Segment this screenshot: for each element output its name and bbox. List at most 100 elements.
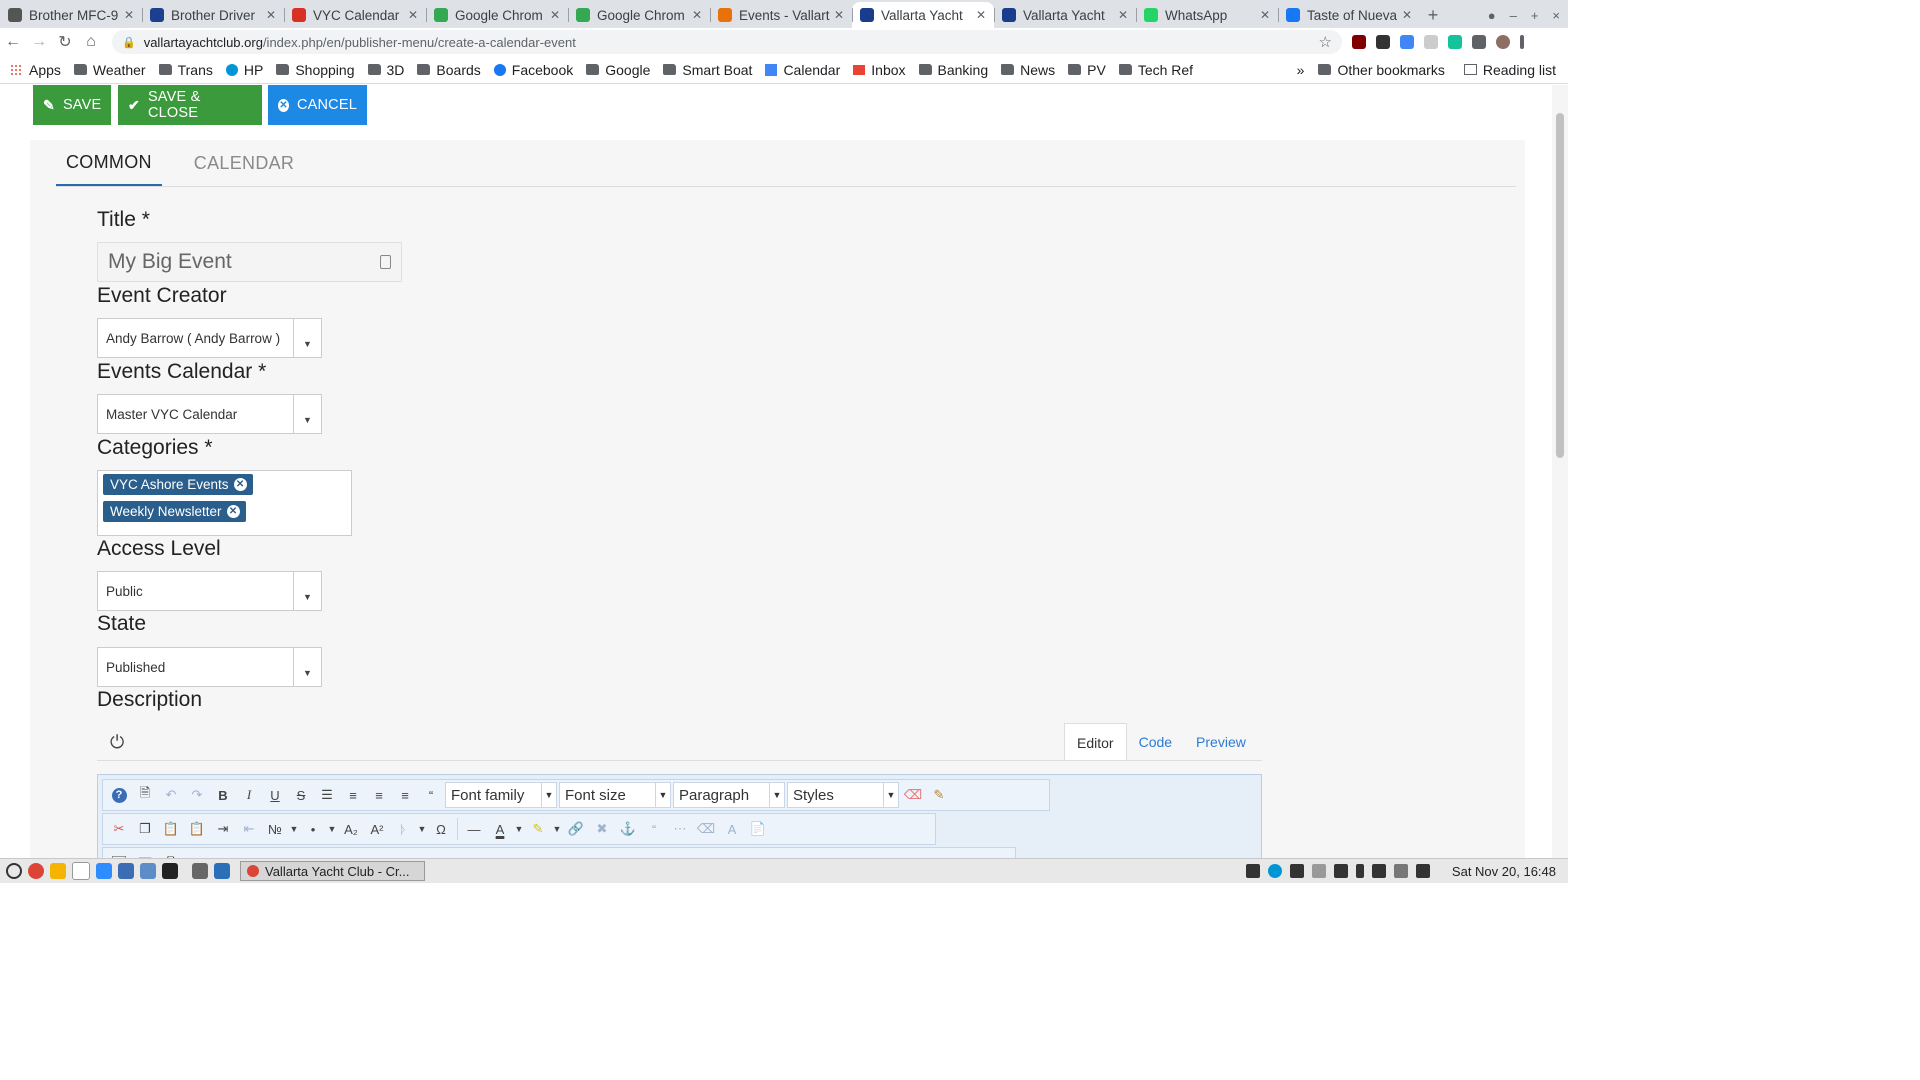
wifi-signal-icon[interactable] — [1393, 864, 1408, 878]
template-icon[interactable]: 📄 — [745, 816, 771, 842]
tab-calendar[interactable]: CALENDAR — [184, 140, 304, 186]
browser-tab[interactable]: Google Chrom ✕ — [568, 2, 710, 28]
horizontal-rule-icon[interactable]: — — [461, 816, 487, 842]
bookmark-item[interactable]: Trans — [158, 62, 213, 78]
font-size-select[interactable]: Font size ▼ — [559, 782, 671, 808]
menu-kebab-icon[interactable] — [1520, 35, 1524, 49]
text-direction-icon[interactable]: ᚦ — [390, 816, 416, 842]
numbered-list-icon[interactable]: № — [262, 816, 288, 842]
superscript-icon[interactable]: A² — [364, 816, 390, 842]
keyboard-tray-icon[interactable] — [1289, 864, 1304, 878]
align-right-icon[interactable]: ≡ — [392, 782, 418, 808]
chevron-down-icon[interactable]: ▼ — [416, 816, 428, 842]
profile-avatar[interactable] — [1496, 35, 1510, 49]
redo-icon[interactable]: ↷ — [184, 782, 210, 808]
special-character-icon[interactable]: Ω — [428, 816, 454, 842]
password-icon[interactable] — [1376, 35, 1390, 49]
zoom-icon[interactable] — [96, 863, 112, 879]
other-bookmarks[interactable]: Other bookmarks — [1318, 62, 1445, 78]
lock-icon[interactable]: 🔒 — [122, 36, 136, 49]
chrome-icon[interactable] — [28, 863, 44, 879]
align-left-icon[interactable]: ≡ — [366, 782, 392, 808]
bookmark-item[interactable]: Shopping — [276, 62, 355, 78]
vertical-scrollbar[interactable] — [1552, 85, 1568, 858]
underline-icon[interactable]: U — [262, 782, 288, 808]
browser-tab[interactable]: VYC Calendar ✕ — [284, 2, 426, 28]
new-document-icon[interactable]: 🗎 — [132, 782, 158, 808]
remove-circle-icon[interactable]: ✕ — [226, 505, 240, 518]
back-icon[interactable]: ← — [0, 33, 26, 51]
chevron-down-icon[interactable]: ▼ — [288, 816, 300, 842]
clock[interactable]: Sat Nov 20, 16:48 — [1452, 864, 1556, 879]
chevron-down-icon[interactable]: ▼ — [326, 816, 338, 842]
bookmark-item[interactable]: Google — [586, 62, 650, 78]
save-button[interactable]: ✎ SAVE — [33, 85, 111, 125]
keyboard-icon[interactable] — [380, 255, 391, 269]
network-share-icon[interactable] — [1245, 864, 1260, 878]
bookmark-item[interactable]: News — [1001, 62, 1055, 78]
display-tray-icon[interactable] — [1333, 864, 1348, 878]
blockquote-icon[interactable]: “ — [418, 782, 444, 808]
text-color-icon[interactable]: A — [487, 816, 513, 842]
chevron-down-icon[interactable]: ▼ — [293, 648, 321, 686]
chevron-down-icon[interactable]: ▼ — [551, 816, 563, 842]
bookmark-item[interactable]: PV — [1068, 62, 1106, 78]
new-tab-button[interactable]: + — [1420, 2, 1446, 28]
grammarly-icon[interactable] — [1448, 35, 1462, 49]
bookmark-item[interactable]: Facebook — [493, 62, 573, 78]
battery-icon[interactable] — [1355, 864, 1364, 878]
copy-icon[interactable]: ❐ — [132, 816, 158, 842]
browser-tab[interactable]: Brother MFC-9 ✕ — [0, 2, 142, 28]
maximize-icon[interactable]: + — [1531, 8, 1539, 23]
browser-tab[interactable]: WhatsApp ✕ — [1136, 2, 1278, 28]
close-icon[interactable]: ✕ — [408, 8, 418, 22]
close-icon[interactable]: ✕ — [1402, 8, 1412, 22]
bookmarks-overflow-button[interactable]: » — [1297, 62, 1305, 78]
cancel-button[interactable]: ✕ CANCEL — [268, 85, 367, 125]
reload-icon[interactable]: ↻ — [52, 32, 78, 52]
browser-tab[interactable]: Taste of Nueva ✕ — [1278, 2, 1420, 28]
chevron-down-icon[interactable]: ▼ — [293, 395, 321, 433]
events-calendar-select[interactable]: Master VYC Calendar ▼ — [97, 394, 322, 434]
close-window-icon[interactable]: × — [1552, 8, 1560, 23]
bookmark-item[interactable]: Weather — [73, 62, 146, 78]
remove-format-icon[interactable]: ⌫ — [693, 816, 719, 842]
close-icon[interactable]: ✕ — [692, 8, 702, 22]
print-icon[interactable]: 🖨 — [158, 850, 184, 858]
paste-icon[interactable]: 📋 — [158, 816, 184, 842]
access-level-select[interactable]: Public ▼ — [97, 571, 322, 611]
address-bar[interactable]: 🔒 vallartayachtclub.org/index.php/en/pub… — [112, 30, 1342, 54]
eraser-icon[interactable]: ⌫ — [900, 782, 926, 808]
styles-select[interactable]: Styles ▼ — [787, 782, 899, 808]
minimize-icon[interactable]: – — [1510, 8, 1517, 23]
strikethrough-icon[interactable]: S — [288, 782, 314, 808]
help-icon[interactable]: ? — [106, 782, 132, 808]
chevron-down-icon[interactable]: ▼ — [541, 783, 556, 807]
browser-tab[interactable]: Vallarta Yacht ✕ — [994, 2, 1136, 28]
close-icon[interactable]: ✕ — [1118, 8, 1128, 22]
hp-tray-icon[interactable] — [1267, 864, 1282, 878]
tab-code[interactable]: Code — [1127, 723, 1184, 761]
bookmark-star-icon[interactable]: ☆ — [1319, 33, 1332, 51]
browser-tab[interactable]: Vallarta Yacht ✕ — [852, 2, 994, 28]
event-creator-select[interactable]: Andy Barrow ( Andy Barrow ) ▼ — [97, 318, 322, 358]
undo-icon[interactable]: ↶ — [158, 782, 184, 808]
paragraph-select[interactable]: Paragraph ▼ — [673, 782, 785, 808]
bookmark-item[interactable]: Inbox — [853, 62, 906, 78]
browser-tab[interactable]: Google Chrom ✕ — [426, 2, 568, 28]
ublock-icon[interactable] — [1352, 35, 1366, 49]
chevron-down-icon[interactable]: ▼ — [293, 319, 321, 357]
page-break-icon[interactable]: ⋯ — [667, 816, 693, 842]
files-icon[interactable] — [140, 863, 156, 879]
media-icon[interactable]: 🎞 — [132, 850, 158, 858]
browser-tab[interactable]: Events - Vallart ✕ — [710, 2, 852, 28]
highlight-color-icon[interactable]: ✎ — [525, 816, 551, 842]
translate-icon[interactable] — [1400, 35, 1414, 49]
browser-tab[interactable]: Brother Driver ✕ — [142, 2, 284, 28]
font-family-select[interactable]: Font family ▼ — [445, 782, 557, 808]
table-icon[interactable]: ▦ — [184, 850, 210, 858]
tab-search-icon[interactable]: ● — [1488, 8, 1496, 23]
taskbar-window-chrome[interactable]: Vallarta Yacht Club - Cr... — [240, 861, 425, 881]
bullet-list-icon[interactable]: • — [300, 816, 326, 842]
start-menu-icon[interactable] — [6, 863, 22, 879]
